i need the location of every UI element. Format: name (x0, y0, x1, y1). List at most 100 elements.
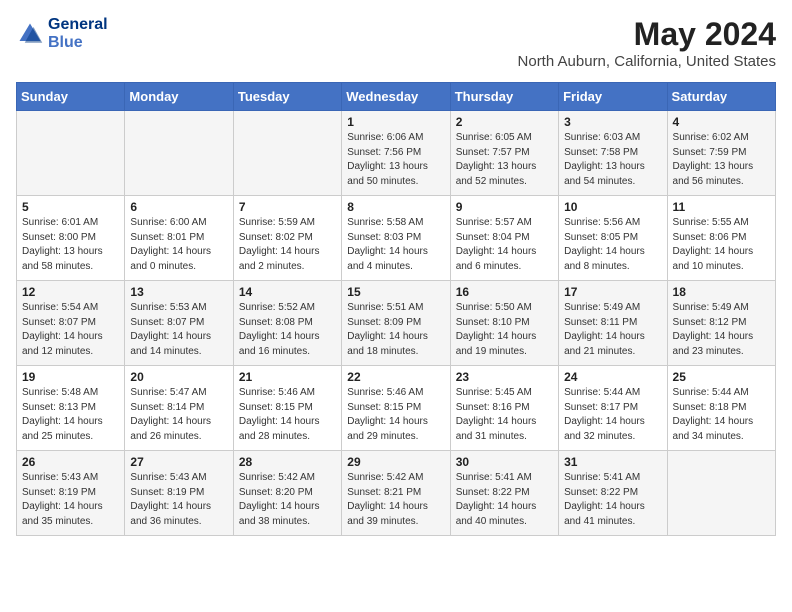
calendar-cell: 27 Sunrise: 5:43 AM Sunset: 8:19 PM Dayli… (125, 451, 233, 536)
day-number: 12 (22, 285, 119, 299)
day-number: 10 (564, 200, 661, 214)
calendar-cell: 18 Sunrise: 5:49 AM Sunset: 8:12 PM Dayli… (667, 281, 775, 366)
calendar-week-3: 12 Sunrise: 5:54 AM Sunset: 8:07 PM Dayli… (17, 281, 776, 366)
calendar-cell: 20Sunrise: 5:47 AM Sunset: 8:14 PM Dayli… (125, 366, 233, 451)
day-number: 15 (347, 285, 444, 299)
day-header-wednesday: Wednesday (342, 83, 450, 111)
calendar-cell: 22 Sunrise: 5:46 AM Sunset: 8:15 PM Dayli… (342, 366, 450, 451)
calendar-cell: 21Sunrise: 5:46 AM Sunset: 8:15 PM Dayli… (233, 366, 341, 451)
calendar-cell: 12 Sunrise: 5:54 AM Sunset: 8:07 PM Dayli… (17, 281, 125, 366)
day-number: 26 (22, 455, 119, 469)
day-number: 23 (456, 370, 553, 384)
day-number: 30 (456, 455, 553, 469)
calendar-week-5: 26 Sunrise: 5:43 AM Sunset: 8:19 PM Dayli… (17, 451, 776, 536)
day-details: Sunrise: 5:44 AM Sunset: 8:18 PM Dayligh… (673, 386, 770, 444)
calendar-week-2: 5 Sunrise: 6:01 AM Sunset: 8:00 PM Daylig… (17, 196, 776, 281)
subtitle: North Auburn, California, United States (518, 53, 776, 70)
calendar-cell: 25 Sunrise: 5:44 AM Sunset: 8:18 PM Dayli… (667, 366, 775, 451)
day-number: 11 (673, 200, 770, 214)
day-number: 28 (239, 455, 336, 469)
calendar-cell: 13Sunrise: 5:53 AM Sunset: 8:07 PM Dayli… (125, 281, 233, 366)
day-details: Sunrise: 5:52 AM Sunset: 8:08 PM Dayligh… (239, 301, 336, 359)
calendar-cell: 11 Sunrise: 5:55 AM Sunset: 8:06 PM Dayli… (667, 196, 775, 281)
day-details: Sunrise: 5:42 AM Sunset: 8:21 PM Dayligh… (347, 471, 444, 529)
calendar-cell: 16 Sunrise: 5:50 AM Sunset: 8:10 PM Dayli… (450, 281, 558, 366)
day-details: Sunrise: 5:51 AM Sunset: 8:09 PM Dayligh… (347, 301, 444, 359)
day-number: 20 (130, 370, 227, 384)
day-number: 18 (673, 285, 770, 299)
day-number: 14 (239, 285, 336, 299)
day-number: 31 (564, 455, 661, 469)
day-number: 27 (130, 455, 227, 469)
day-number: 2 (456, 115, 553, 129)
page-header: General Blue May 2024 North Auburn, Cali… (16, 16, 776, 70)
calendar-cell: 4 Sunrise: 6:02 AM Sunset: 7:59 PM Daylig… (667, 111, 775, 196)
day-number: 16 (456, 285, 553, 299)
day-details: Sunrise: 5:46 AM Sunset: 8:15 PM Dayligh… (347, 386, 444, 444)
day-header-tuesday: Tuesday (233, 83, 341, 111)
logo-icon (16, 20, 44, 48)
calendar-cell: 9 Sunrise: 5:57 AM Sunset: 8:04 PM Daylig… (450, 196, 558, 281)
day-number: 9 (456, 200, 553, 214)
day-number: 1 (347, 115, 444, 129)
day-details: Sunrise: 5:44 AM Sunset: 8:17 PM Dayligh… (564, 386, 661, 444)
calendar-cell: 8 Sunrise: 5:58 AM Sunset: 8:03 PM Daylig… (342, 196, 450, 281)
day-details: Sunrise: 5:42 AM Sunset: 8:20 PM Dayligh… (239, 471, 336, 529)
calendar-cell (125, 111, 233, 196)
day-number: 8 (347, 200, 444, 214)
day-details: Sunrise: 5:55 AM Sunset: 8:06 PM Dayligh… (673, 216, 770, 274)
calendar-cell: 15 Sunrise: 5:51 AM Sunset: 8:09 PM Dayli… (342, 281, 450, 366)
day-header-saturday: Saturday (667, 83, 775, 111)
day-details: Sunrise: 5:50 AM Sunset: 8:10 PM Dayligh… (456, 301, 553, 359)
calendar-cell: 30 Sunrise: 5:41 AM Sunset: 8:22 PM Dayli… (450, 451, 558, 536)
day-number: 5 (22, 200, 119, 214)
logo-line2: Blue (48, 34, 108, 52)
calendar-cell (667, 451, 775, 536)
calendar-cell: 6 Sunrise: 6:00 AM Sunset: 8:01 PM Daylig… (125, 196, 233, 281)
day-details: Sunrise: 5:56 AM Sunset: 8:05 PM Dayligh… (564, 216, 661, 274)
calendar-cell: 2 Sunrise: 6:05 AM Sunset: 7:57 PM Daylig… (450, 111, 558, 196)
day-header-friday: Friday (559, 83, 667, 111)
day-number: 24 (564, 370, 661, 384)
calendar-cell: 26 Sunrise: 5:43 AM Sunset: 8:19 PM Dayli… (17, 451, 125, 536)
day-details: Sunrise: 5:46 AM Sunset: 8:15 PM Dayligh… (239, 386, 336, 444)
day-details: Sunrise: 5:45 AM Sunset: 8:16 PM Dayligh… (456, 386, 553, 444)
calendar-cell: 7 Sunrise: 5:59 AM Sunset: 8:02 PM Daylig… (233, 196, 341, 281)
calendar-table: SundayMondayTuesdayWednesdayThursdayFrid… (16, 82, 776, 536)
day-details: Sunrise: 5:41 AM Sunset: 8:22 PM Dayligh… (564, 471, 661, 529)
calendar-cell: 1 Sunrise: 6:06 AM Sunset: 7:56 PM Daylig… (342, 111, 450, 196)
calendar-cell: 28 Sunrise: 5:42 AM Sunset: 8:20 PM Dayli… (233, 451, 341, 536)
day-details: Sunrise: 5:43 AM Sunset: 8:19 PM Dayligh… (22, 471, 119, 529)
calendar-cell: 29 Sunrise: 5:42 AM Sunset: 8:21 PM Dayli… (342, 451, 450, 536)
day-number: 6 (130, 200, 227, 214)
day-number: 7 (239, 200, 336, 214)
title-block: May 2024 North Auburn, California, Unite… (518, 16, 776, 70)
day-details: Sunrise: 6:01 AM Sunset: 8:00 PM Dayligh… (22, 216, 119, 274)
day-number: 4 (673, 115, 770, 129)
logo: General Blue (16, 16, 108, 51)
calendar-cell: 10 Sunrise: 5:56 AM Sunset: 8:05 PM Dayli… (559, 196, 667, 281)
day-details: Sunrise: 6:02 AM Sunset: 7:59 PM Dayligh… (673, 131, 770, 189)
day-details: Sunrise: 5:57 AM Sunset: 8:04 PM Dayligh… (456, 216, 553, 274)
day-header-monday: Monday (125, 83, 233, 111)
day-details: Sunrise: 6:06 AM Sunset: 7:56 PM Dayligh… (347, 131, 444, 189)
day-details: Sunrise: 6:03 AM Sunset: 7:58 PM Dayligh… (564, 131, 661, 189)
day-details: Sunrise: 5:43 AM Sunset: 8:19 PM Dayligh… (130, 471, 227, 529)
day-details: Sunrise: 6:05 AM Sunset: 7:57 PM Dayligh… (456, 131, 553, 189)
day-details: Sunrise: 5:49 AM Sunset: 8:11 PM Dayligh… (564, 301, 661, 359)
day-number: 22 (347, 370, 444, 384)
day-details: Sunrise: 5:59 AM Sunset: 8:02 PM Dayligh… (239, 216, 336, 274)
day-details: Sunrise: 5:58 AM Sunset: 8:03 PM Dayligh… (347, 216, 444, 274)
day-details: Sunrise: 5:49 AM Sunset: 8:12 PM Dayligh… (673, 301, 770, 359)
calendar-cell (233, 111, 341, 196)
day-details: Sunrise: 5:41 AM Sunset: 8:22 PM Dayligh… (456, 471, 553, 529)
day-number: 29 (347, 455, 444, 469)
calendar-cell: 3Sunrise: 6:03 AM Sunset: 7:58 PM Daylig… (559, 111, 667, 196)
calendar-cell (17, 111, 125, 196)
day-details: Sunrise: 6:00 AM Sunset: 8:01 PM Dayligh… (130, 216, 227, 274)
calendar-cell: 23 Sunrise: 5:45 AM Sunset: 8:16 PM Dayli… (450, 366, 558, 451)
day-details: Sunrise: 5:54 AM Sunset: 8:07 PM Dayligh… (22, 301, 119, 359)
day-details: Sunrise: 5:48 AM Sunset: 8:13 PM Dayligh… (22, 386, 119, 444)
day-number: 25 (673, 370, 770, 384)
day-number: 13 (130, 285, 227, 299)
